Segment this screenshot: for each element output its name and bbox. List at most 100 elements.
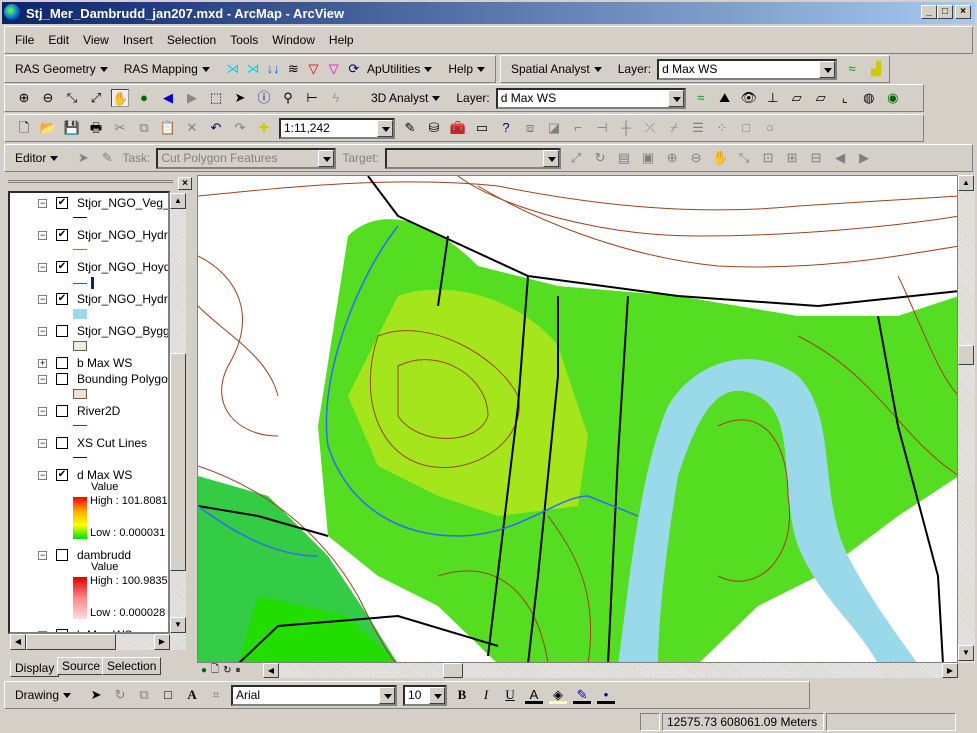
new-text-icon[interactable]: A [183, 686, 201, 704]
map-horizontal-scrollbar[interactable]: ◀ ▶ [263, 663, 958, 678]
tab-source[interactable]: Source [57, 657, 106, 675]
editor-menu[interactable]: Editor [15, 151, 58, 165]
menu-tools[interactable]: Tools [230, 33, 258, 47]
paste-icon[interactable]: 📋 [159, 119, 177, 137]
3d-contour-icon[interactable]: ≈ [692, 89, 710, 107]
layer-visibility-checkbox[interactable] [56, 549, 68, 561]
collapse-icon[interactable]: − [38, 230, 47, 240]
identify-icon[interactable]: ⓘ [255, 89, 273, 107]
zoom-out-icon[interactable]: ⊖ [39, 89, 57, 107]
edit-tool-icon[interactable]: ➤ [74, 149, 92, 167]
layer-visibility-checkbox[interactable]: ✔ [56, 469, 68, 481]
close-button[interactable]: × [955, 5, 971, 19]
collapse-icon[interactable]: − [38, 326, 47, 336]
interpolate-point-icon[interactable]: ⊥ [764, 89, 782, 107]
layer-item[interactable]: −✔ Stjor_NGO_Hydrogr [10, 227, 168, 243]
pan-icon[interactable]: ✋ [111, 89, 129, 107]
zoom-whole-page-icon[interactable]: ⤡ [735, 149, 753, 167]
layer-item[interactable]: −✔ Stjor_NGO_Hydrogr [10, 291, 168, 307]
map-scroll-left-icon[interactable]: ◀ [263, 663, 279, 678]
layer-item[interactable]: +b Max WS [10, 627, 132, 632]
layout-forward-icon[interactable]: ▶ [855, 149, 873, 167]
add-data-icon[interactable]: ✚ [255, 119, 273, 137]
layer-visibility-checkbox[interactable]: ✔ [56, 293, 68, 305]
zoom-100-icon[interactable]: ⊡ [759, 149, 777, 167]
rotate-icon[interactable]: ↻ [591, 149, 609, 167]
toc-scroll-thumb[interactable] [170, 353, 186, 571]
font-size-select[interactable]: 10 [403, 684, 448, 706]
map-scale-select[interactable]: 1:11,242 [279, 117, 395, 139]
spatial-layer-select[interactable]: d Max WS [657, 58, 838, 80]
fixed-zoom-in-icon[interactable]: ⤡ [63, 89, 81, 107]
levee-icon[interactable]: ≋ [286, 60, 300, 78]
swap-icon[interactable]: ⟳ [347, 60, 361, 78]
minimize-button[interactable]: _ [921, 5, 937, 19]
layer-visibility-checkbox[interactable] [56, 405, 68, 417]
target-select[interactable] [385, 147, 562, 169]
italic-button[interactable]: I [477, 686, 495, 704]
3d-layer-select[interactable]: d Max WS [495, 87, 686, 109]
aputilities-menu[interactable]: ApUtilities [367, 62, 432, 76]
contour-icon[interactable]: ≈ [843, 60, 861, 78]
interpolate-polygon-icon[interactable]: ▱ [812, 89, 830, 107]
scroll-up-icon[interactable]: ▲ [170, 193, 186, 209]
collapse-icon[interactable]: − [38, 294, 47, 304]
menu-selection[interactable]: Selection [167, 33, 216, 47]
whats-this-icon[interactable]: ? [497, 119, 515, 137]
collapse-icon[interactable]: − [38, 406, 47, 416]
spatial-analyst-menu[interactable]: Spatial Analyst [511, 62, 602, 76]
layer-item[interactable]: −✔ Stjor_NGO_Hoyde_li [10, 259, 168, 275]
edit-vertices-icon[interactable]: ⌗ [207, 686, 225, 704]
find-icon[interactable]: ⚲ [279, 89, 297, 107]
layer-item[interactable]: +b Max WS [10, 355, 132, 371]
expand-icon[interactable]: + [38, 358, 47, 368]
select-elements-icon[interactable]: ➤ [87, 686, 105, 704]
map-vertical-scrollbar[interactable]: ▲ ▼ [958, 175, 975, 663]
ras-mapping-menu[interactable]: RAS Mapping [124, 62, 210, 76]
3d-analyst-menu[interactable]: 3D Analyst [371, 91, 440, 105]
sketch-tool-icon[interactable]: ✎ [98, 149, 116, 167]
layer-item[interactable]: −✔ Stjor_NGO_Veg_line [10, 195, 168, 211]
attributes-icon[interactable]: ▤ [615, 149, 633, 167]
layer-visibility-checkbox[interactable] [56, 437, 68, 449]
delete-icon[interactable]: ✕ [183, 119, 201, 137]
attribute-icon[interactable]: ☰ [689, 119, 707, 137]
map-scroll-right-icon[interactable]: ▶ [942, 663, 958, 678]
layer-visibility-checkbox[interactable] [56, 357, 68, 369]
select-features-icon[interactable]: ⬚ [207, 89, 225, 107]
fillet-icon[interactable]: ⌐ [569, 119, 587, 137]
interpolate-line-icon[interactable]: ⏥ [788, 89, 806, 107]
layer-visibility-checkbox[interactable]: ✔ [56, 261, 68, 273]
zoom-selected-icon[interactable]: ⧉ [135, 686, 153, 704]
layout-zoom-out-icon[interactable]: ⊖ [687, 149, 705, 167]
ras-id-icon[interactable]: ⋊ [226, 60, 240, 78]
drawing-menu[interactable]: Drawing [15, 688, 71, 702]
save-icon[interactable]: 💾 [63, 119, 81, 137]
map-vscroll-thumb[interactable] [958, 345, 974, 365]
arcglobe-icon[interactable]: ◉ [884, 89, 902, 107]
map-scroll-up-icon[interactable]: ▲ [958, 175, 974, 191]
collapse-icon[interactable]: − [38, 374, 47, 384]
back-icon[interactable]: ◀ [159, 89, 177, 107]
open-icon[interactable]: 📂 [39, 119, 57, 137]
toc-vertical-scrollbar[interactable]: ▲ ▼ [170, 193, 186, 634]
tab-selection[interactable]: Selection [102, 657, 162, 675]
ras-rm-icon[interactable]: ⋊ [246, 60, 260, 78]
scroll-left-icon[interactable]: ◀ [10, 634, 26, 650]
maximize-button[interactable]: □ [937, 5, 953, 19]
layer-visibility-checkbox[interactable] [56, 325, 68, 337]
command-line-icon[interactable]: ▭ [473, 119, 491, 137]
font-select[interactable]: Arial [231, 684, 398, 706]
line-of-sight-icon[interactable]: 👁 [740, 89, 758, 107]
profile-graph-icon[interactable]: ⌞ [836, 89, 854, 107]
arccatalog-icon[interactable]: ⛁ [425, 119, 443, 137]
forward-icon[interactable]: ▶ [183, 89, 201, 107]
toc-hscroll-thumb[interactable] [26, 634, 116, 650]
menu-help[interactable]: Help [329, 33, 354, 47]
menu-file[interactable]: File [15, 33, 34, 47]
scroll-down-icon[interactable]: ▼ [170, 617, 186, 633]
extend-icon[interactable]: ⊣ [593, 119, 611, 137]
layer-item[interactable]: − Stjor_NGO_ByggAnl [10, 323, 168, 339]
toc-grip[interactable] [8, 180, 173, 186]
fixed-zoom-out-icon[interactable]: ⤢ [87, 89, 105, 107]
